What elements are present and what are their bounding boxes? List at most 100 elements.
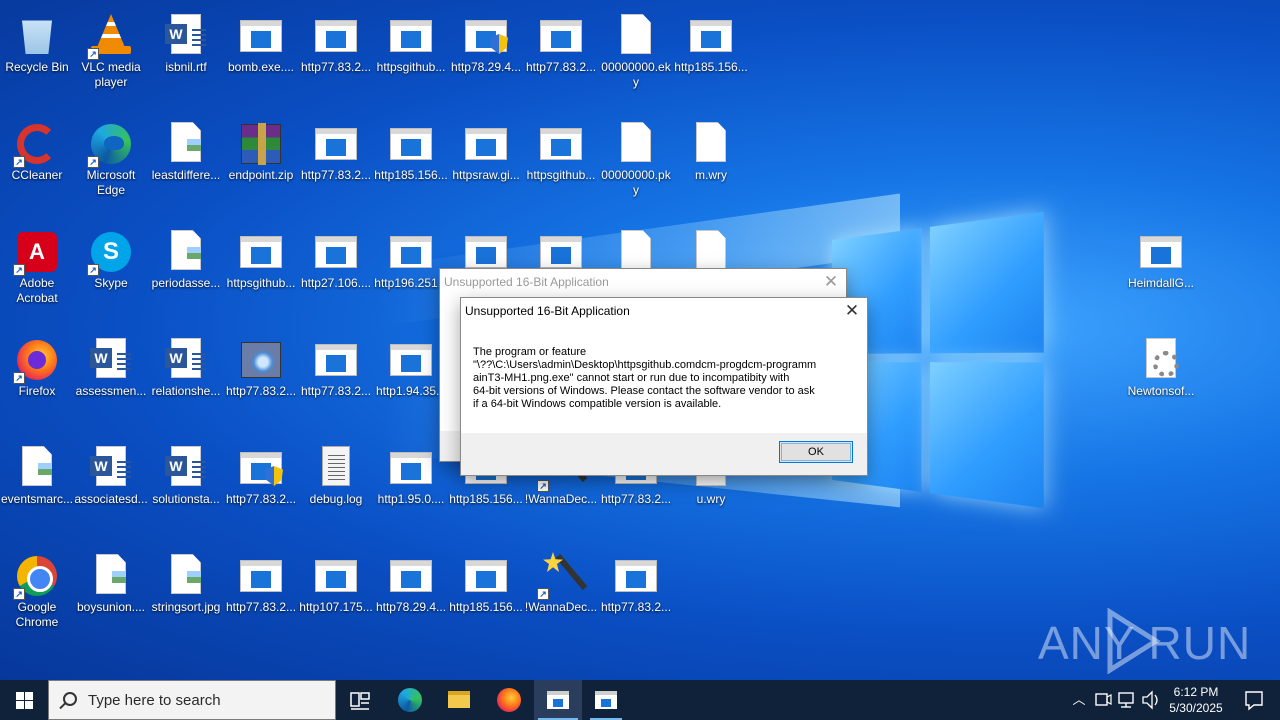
taskbar-file-explorer-button[interactable] bbox=[435, 680, 483, 720]
desktop-icon[interactable]: httpsraw.gi... bbox=[449, 116, 523, 183]
desktop-icon[interactable]: http1.94.35... bbox=[374, 332, 448, 399]
desktop-icon[interactable]: boysunion.... bbox=[74, 548, 148, 615]
desktop-icon-label: !WannaDec... bbox=[524, 492, 598, 506]
desktop-icon[interactable]: http77.83.2... bbox=[599, 548, 673, 615]
desktop-icon[interactable]: ↗ Firefox bbox=[0, 332, 74, 399]
tray-volume-button[interactable] bbox=[1140, 680, 1162, 720]
dialog-titlebar[interactable]: Unsupported 16-Bit Application ✕ bbox=[461, 298, 867, 324]
desktop-icon[interactable]: http107.175... bbox=[299, 548, 373, 615]
desktop-icon[interactable]: http77.83.2... bbox=[524, 8, 598, 75]
tray-overflow-button[interactable]: ︿ bbox=[1068, 680, 1090, 720]
desktop-icon[interactable]: debug.log bbox=[299, 440, 373, 507]
desktop-icon[interactable]: leastdiffere... bbox=[149, 116, 223, 183]
desktop-icon-label: Newtonsof... bbox=[1127, 384, 1195, 398]
desktop-icon[interactable]: HeimdallG... bbox=[1124, 224, 1198, 291]
desktop-icon[interactable]: http185.156... bbox=[449, 548, 523, 615]
dialog-back-close-button[interactable]: ✕ bbox=[816, 269, 846, 295]
desktop-icon[interactable]: http196.251... bbox=[374, 224, 448, 291]
desktop-icon[interactable]: http1.95.0.... bbox=[374, 440, 448, 507]
app-window-icon bbox=[595, 691, 617, 709]
desktop-icon[interactable]: periodasse... bbox=[149, 224, 223, 291]
win-icon bbox=[537, 120, 585, 168]
tray-meet-button[interactable] bbox=[1092, 680, 1114, 720]
notification-icon bbox=[1245, 691, 1263, 711]
taskbar-search-box[interactable]: Type here to search bbox=[48, 680, 336, 720]
clock[interactable]: 6:12 PM 5/30/2025 bbox=[1164, 680, 1228, 720]
desktop-icon[interactable]: Recycle Bin bbox=[0, 8, 74, 75]
zip-icon bbox=[237, 120, 285, 168]
desktop-icon[interactable]: endpoint.zip bbox=[224, 116, 298, 183]
taskbar-dialog-button[interactable] bbox=[534, 680, 582, 720]
desktop-icon[interactable]: http185.156... bbox=[374, 116, 448, 183]
win-icon bbox=[1137, 228, 1185, 276]
win-icon bbox=[237, 552, 285, 600]
taskbar-firefox-button[interactable] bbox=[485, 680, 533, 720]
desktop-icon[interactable]: http77.83.2... bbox=[299, 332, 373, 399]
desktop-icon[interactable]: S ↗ Skype bbox=[74, 224, 148, 291]
desktop-icon[interactable]: A ↗ Adobe Acrobat bbox=[0, 224, 74, 306]
desktop-icon[interactable]: http77.83.2... bbox=[299, 8, 373, 75]
dialog-title: Unsupported 16-Bit Application bbox=[465, 304, 630, 318]
desktop-icon-label: http185.156... bbox=[674, 60, 748, 74]
desktop-icon[interactable]: http77.83.2... bbox=[224, 440, 298, 507]
desktop-icon[interactable]: Wassessmen... bbox=[74, 332, 148, 399]
desktop-icon-label: periodasse... bbox=[151, 276, 221, 290]
desktop-icon-label: Google Chrome bbox=[15, 600, 59, 629]
dialog-back-titlebar[interactable]: Unsupported 16-Bit Application ✕ bbox=[440, 269, 846, 295]
desktop-icon[interactable]: Wassociatesd... bbox=[74, 440, 148, 507]
desktop-icon-label: http78.29.4... bbox=[450, 60, 522, 74]
desktop-icon[interactable]: m.wry bbox=[674, 116, 748, 183]
desktop-icon[interactable]: Newtonsof... bbox=[1124, 332, 1198, 399]
action-center-button[interactable] bbox=[1234, 680, 1274, 720]
search-icon bbox=[63, 692, 77, 706]
task-view-button[interactable] bbox=[336, 680, 384, 720]
desktop-icon[interactable]: http27.106.... bbox=[299, 224, 373, 291]
dialog-message-line: "\??\C:\Users\admin\Desktop\httpsgithub.… bbox=[473, 359, 817, 371]
anyrun-watermark: ANY RUN bbox=[1038, 607, 1252, 675]
dialog-message-line: ainT3-MH1.png.exe" cannot start or run d… bbox=[473, 372, 790, 384]
dialog-unsupported-app[interactable]: Unsupported 16-Bit Application ✕ The pro… bbox=[460, 297, 868, 476]
desktop-icon[interactable]: http78.29.4... bbox=[374, 548, 448, 615]
chrome-icon: ↗ bbox=[13, 552, 61, 600]
desktop-icon[interactable]: stringsort.jpg bbox=[149, 548, 223, 615]
dialog-close-button[interactable]: ✕ bbox=[837, 298, 867, 324]
desktop-icon[interactable]: httpsgithub... bbox=[224, 224, 298, 291]
desktop-icon[interactable]: httpsgithub... bbox=[524, 116, 598, 183]
desktop-icon-label: http77.83.2... bbox=[225, 600, 297, 614]
desktop-icon[interactable]: ↗ Microsoft Edge bbox=[74, 116, 148, 198]
win-icon bbox=[237, 12, 285, 60]
desktop-icon[interactable]: http77.83.2... bbox=[299, 116, 373, 183]
camera-icon bbox=[1095, 693, 1112, 706]
watermark-text: ANY RUN bbox=[1038, 617, 1252, 669]
desktop-icon[interactable]: ↗ !WannaDec... bbox=[524, 548, 598, 615]
taskbar-edge-button[interactable] bbox=[386, 680, 434, 720]
desktop-icon[interactable]: eventsmarc... bbox=[0, 440, 74, 507]
desktop-icon[interactable]: Wrelationshe... bbox=[149, 332, 223, 399]
desktop-icon-label: http77.83.2... bbox=[225, 492, 297, 506]
desktop-icon[interactable]: 00000000.eky bbox=[599, 8, 673, 90]
desktop-icon[interactable]: bomb.exe.... bbox=[224, 8, 298, 75]
desktop-icon[interactable]: http77.83.2... bbox=[224, 332, 298, 399]
desktop-icon[interactable]: ↗ Google Chrome bbox=[0, 548, 74, 630]
desktop-icon-label: VLC media player bbox=[81, 60, 141, 89]
tray-network-button[interactable] bbox=[1116, 680, 1138, 720]
desktop-icon[interactable]: ↗ CCleaner bbox=[0, 116, 74, 183]
desktop-icon-label: Adobe Acrobat bbox=[16, 276, 58, 305]
desktop-icon[interactable]: ↗ VLC media player bbox=[74, 8, 148, 90]
word-icon: W bbox=[162, 336, 210, 384]
task-view-icon bbox=[350, 692, 370, 710]
skype-icon: S ↗ bbox=[87, 228, 135, 276]
desktop-icon[interactable]: http77.83.2... bbox=[224, 548, 298, 615]
ok-button[interactable]: OK bbox=[779, 441, 853, 463]
desktop-icon[interactable]: 00000000.pky bbox=[599, 116, 673, 198]
log-icon bbox=[312, 444, 360, 492]
start-button[interactable] bbox=[0, 680, 48, 720]
taskbar-app-button[interactable] bbox=[582, 680, 630, 720]
desktop-icon[interactable]: Wisbnil.rtf bbox=[149, 8, 223, 75]
desktop-icon[interactable]: httpsgithub... bbox=[374, 8, 448, 75]
desktop-icon-label: http78.29.4... bbox=[375, 600, 447, 614]
desktop-icon[interactable]: Wsolutionsta... bbox=[149, 440, 223, 507]
file-icon bbox=[612, 12, 660, 60]
desktop-icon[interactable]: http185.156... bbox=[674, 8, 748, 75]
desktop-icon[interactable]: http78.29.4... bbox=[449, 8, 523, 75]
